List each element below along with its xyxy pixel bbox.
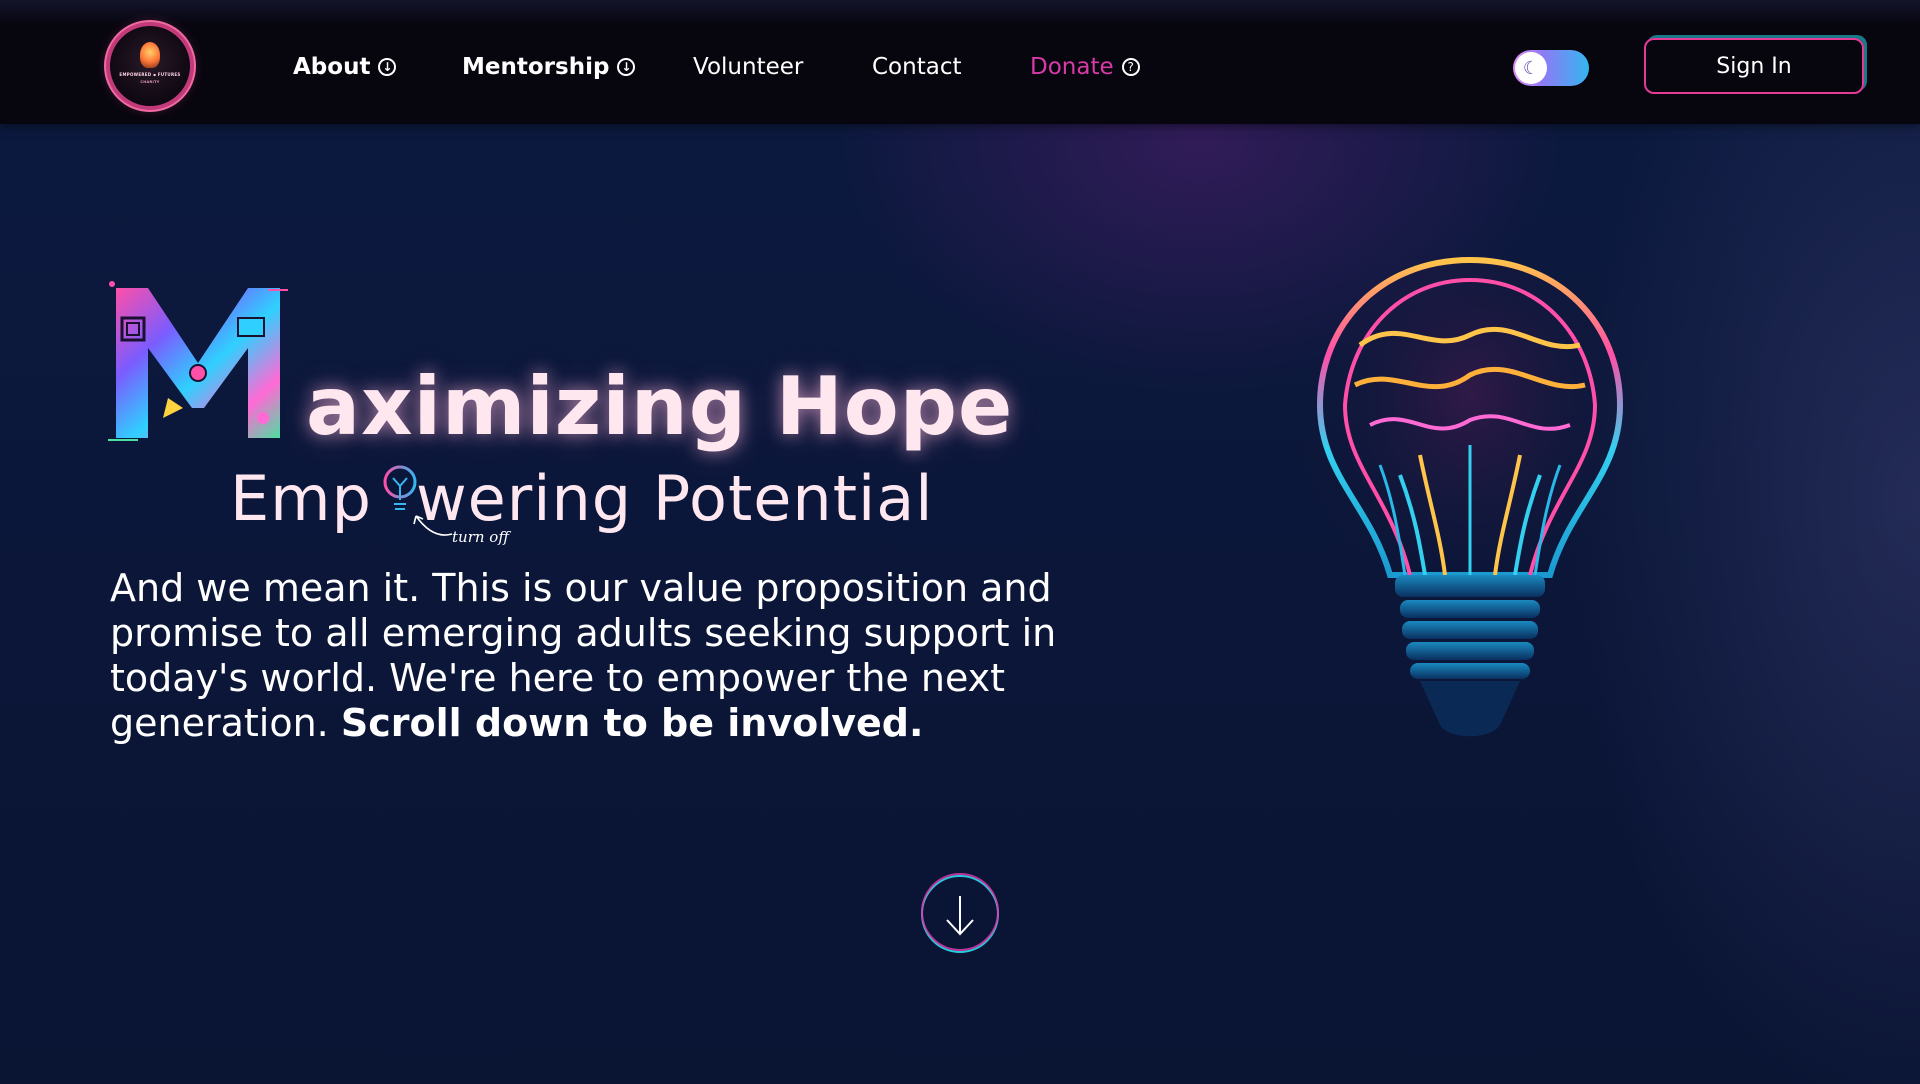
subheadline-part-1: Emp: [230, 462, 372, 535]
nav-mentorship[interactable]: Mentorship ↓: [462, 52, 636, 82]
nav-contact-label: Contact: [872, 54, 962, 80]
sign-in-button[interactable]: Sign In: [1644, 38, 1864, 94]
decorative-m-letter: [108, 281, 288, 441]
bulb-hint-label: turn off: [452, 528, 509, 546]
top-navbar: EMPOWERED ▪ FUTURES CHARITY About ↓ Ment…: [0, 0, 1920, 124]
charity-logo[interactable]: EMPOWERED ▪ FUTURES CHARITY: [110, 26, 190, 106]
curved-arrow-icon: [413, 515, 453, 536]
subheadline-part-2: wering Potential: [415, 462, 934, 535]
nav-volunteer[interactable]: Volunteer: [693, 52, 803, 82]
arrow-down-circle-icon: ↓: [378, 58, 397, 76]
nav-donate-label: Donate: [1030, 54, 1114, 80]
arrow-down-circle-icon: ↓: [617, 58, 636, 76]
scroll-down-button[interactable]: [920, 870, 1000, 958]
theme-toggle[interactable]: ☾: [1513, 50, 1589, 86]
logo-text: EMPOWERED ▪ FUTURES: [119, 72, 181, 77]
nav-donate[interactable]: Donate ?: [1030, 52, 1140, 82]
neon-lightbulb-image: [1300, 255, 1640, 737]
logo-bulb-icon: [140, 42, 160, 68]
hero-paragraph-cta: Scroll down to be involved.: [340, 701, 924, 745]
hero-headline: aximizing Hope: [306, 360, 1014, 453]
moon-icon: ☾: [1515, 52, 1547, 84]
nav-volunteer-label: Volunteer: [693, 54, 804, 80]
nav-contact[interactable]: Contact: [872, 52, 961, 82]
hero-paragraph: And we mean it. This is our value propos…: [110, 566, 1070, 746]
logo-subtext: CHARITY: [140, 80, 160, 84]
nav-about[interactable]: About ↓: [293, 52, 397, 82]
nav-about-label: About: [293, 54, 371, 80]
nav-mentorship-label: Mentorship: [462, 54, 610, 80]
hero-subheadline: Emp wering Potential: [230, 462, 933, 535]
question-circle-icon: ?: [1121, 58, 1140, 76]
